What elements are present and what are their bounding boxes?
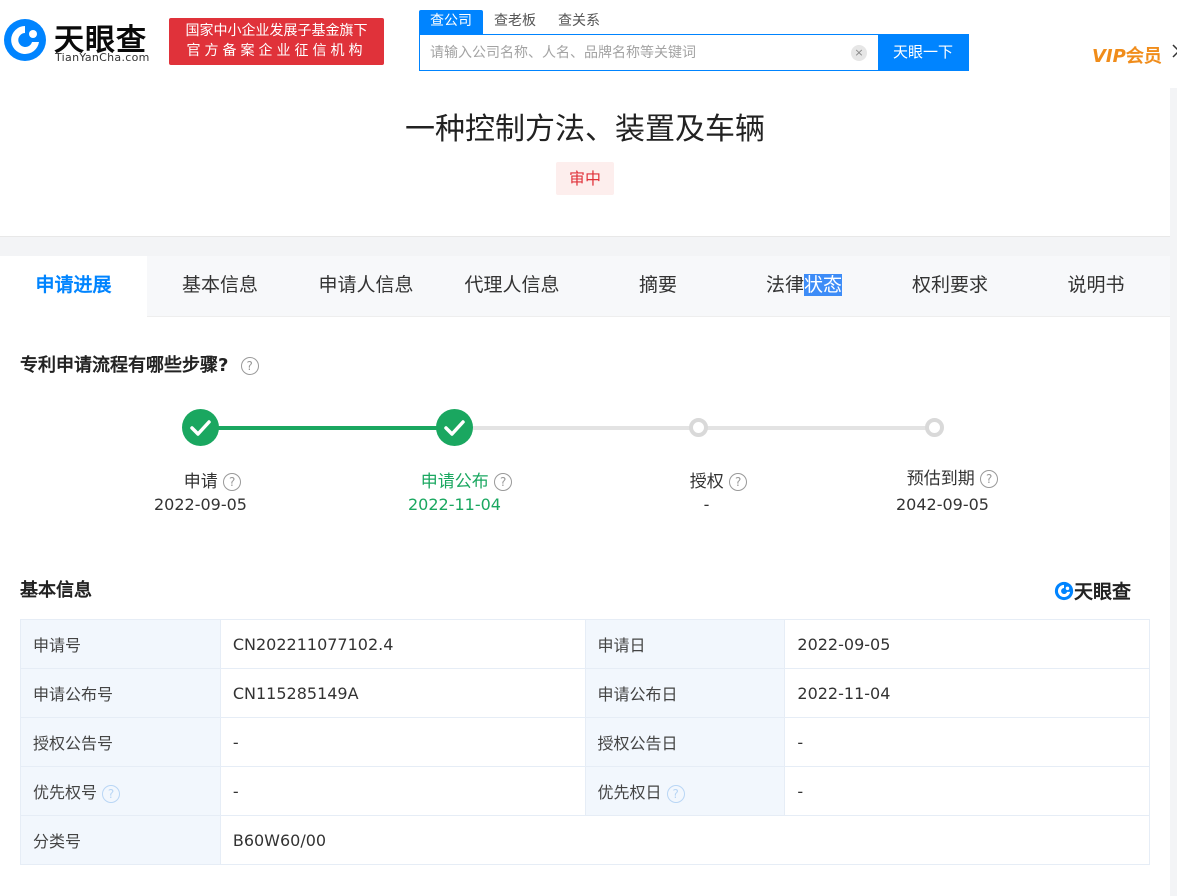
badge-line-2: 官方备案企业征信机构 xyxy=(186,43,367,59)
priority-number: - xyxy=(219,766,586,816)
site-logo[interactable]: 天眼查 TianYanCha.com xyxy=(2,13,162,69)
step-label-apply: 申请 ? xyxy=(130,467,295,492)
detail-tabs: 申请进展 基本信息 申请人信息 代理人信息 摘要 法律状态 权利要求 说明书 xyxy=(0,256,1170,317)
basic-info-heading: 基本信息 xyxy=(20,580,92,601)
progress-heading-text: 专利申请流程有哪些步骤? xyxy=(20,355,229,376)
patent-detail-panel: 申请进展 基本信息 申请人信息 代理人信息 摘要 法律状态 权利要求 说明书 专… xyxy=(0,256,1170,896)
chevron-right-icon xyxy=(1172,44,1177,58)
timeline-segment-done xyxy=(201,426,455,430)
search-tab-company[interactable]: 查公司 xyxy=(419,10,483,34)
search-tab-relation[interactable]: 查关系 xyxy=(547,10,611,34)
publication-number: CN115285149A xyxy=(219,668,586,718)
step-label-text: 申请 xyxy=(183,472,218,492)
official-badge: 国家中小企业发展子基金旗下 官方备案企业征信机构 xyxy=(169,18,384,65)
priority-date: - xyxy=(784,766,1150,816)
search-tab-boss[interactable]: 查老板 xyxy=(483,10,547,34)
tab-agent-info[interactable]: 代理人信息 xyxy=(439,256,585,317)
pending-step-dot xyxy=(689,418,708,437)
field-label: 优先权日 xyxy=(597,783,662,802)
field-label: 申请日 xyxy=(584,619,786,669)
tab-legal-status[interactable]: 法律状态 xyxy=(731,256,877,317)
help-icon[interactable]: ? xyxy=(494,473,513,491)
classification-number: B60W60/00 xyxy=(219,815,1151,865)
step-date-grant: - xyxy=(703,495,710,514)
watermark-text: 天眼查 xyxy=(1074,581,1132,603)
grant-number: - xyxy=(219,717,586,767)
field-label: 申请公布号 xyxy=(20,668,221,718)
check-icon xyxy=(182,409,219,446)
field-label: 授权公告号 xyxy=(20,717,221,767)
table-row: 申请号 CN202211077102.4 申请日 2022-09-05 xyxy=(20,619,1150,669)
search-bar: × 天眼一下 xyxy=(419,34,969,71)
tab-basic-info[interactable]: 基本信息 xyxy=(147,256,293,317)
help-icon[interactable]: ? xyxy=(240,357,259,375)
field-label-with-help: 优先权号 ? xyxy=(20,766,221,816)
help-icon[interactable]: ? xyxy=(223,473,242,491)
table-row: 优先权号 ? - 优先权日 ? - xyxy=(20,766,1150,816)
selected-text-highlight: 状态 xyxy=(804,274,843,296)
help-icon[interactable]: ? xyxy=(666,784,685,803)
patent-title-card: 一种控制方法、装置及车辆 审中 xyxy=(0,88,1170,237)
tab-applicant-info[interactable]: 申请人信息 xyxy=(293,256,439,317)
badge-line-1: 国家中小企业发展子基金旗下 xyxy=(185,23,368,39)
step-label-text: 预估到期 xyxy=(906,469,975,489)
step-label-expiry: 预估到期 ? xyxy=(870,464,1035,489)
field-label-with-help: 优先权日 ? xyxy=(584,766,786,816)
search-input[interactable] xyxy=(420,35,851,70)
field-label: 申请公布日 xyxy=(584,668,786,718)
patent-progress-timeline: 申请 ? 2022-09-05 申请公布 ? 2022-11-04 授权 ? -… xyxy=(0,406,1170,526)
table-row: 分类号 B60W60/00 xyxy=(20,815,1151,865)
search-type-tabs: 查公司 查老板 查关系 xyxy=(419,10,611,34)
tab-progress[interactable]: 申请进展 xyxy=(0,256,147,317)
step-label-text: 申请公布 xyxy=(420,472,489,492)
tab-specification[interactable]: 说明书 xyxy=(1023,256,1169,317)
tab-claims[interactable]: 权利要求 xyxy=(877,256,1023,317)
field-label: 分类号 xyxy=(20,815,221,865)
step-date-apply: 2022-09-05 xyxy=(154,495,247,514)
pending-step-dot xyxy=(925,418,944,437)
tab-abstract[interactable]: 摘要 xyxy=(585,256,731,317)
grant-date: - xyxy=(784,717,1150,767)
field-label: 优先权号 xyxy=(33,783,98,802)
tianyancha-watermark: 天眼查 xyxy=(1054,577,1131,604)
logo-subtext: TianYanCha.com xyxy=(55,51,150,64)
step-label-grant: 授权 ? xyxy=(636,467,801,492)
table-row: 授权公告号 - 授权公告日 - xyxy=(20,717,1150,767)
help-icon[interactable]: ? xyxy=(729,473,748,491)
step-label-publish: 申请公布 ? xyxy=(384,467,549,492)
step-label-text: 授权 xyxy=(689,472,724,492)
progress-heading: 专利申请流程有哪些步骤? ? xyxy=(20,351,259,377)
help-icon[interactable]: ? xyxy=(980,470,999,488)
basic-info-table: 申请号 CN202211077102.4 申请日 2022-09-05 申请公布… xyxy=(20,619,1151,865)
field-label: 申请号 xyxy=(20,619,221,669)
field-label: 授权公告日 xyxy=(584,717,786,767)
vip-label: 会员 xyxy=(1125,46,1162,67)
application-date: 2022-09-05 xyxy=(784,619,1150,669)
vip-member-link[interactable]: VIP会员 xyxy=(1092,42,1162,68)
status-badge: 审中 xyxy=(556,162,614,195)
help-icon[interactable]: ? xyxy=(102,784,121,803)
check-icon xyxy=(436,409,473,446)
patent-title: 一种控制方法、装置及车辆 xyxy=(405,112,765,147)
application-number: CN202211077102.4 xyxy=(219,619,586,669)
tab-legal-status-label: 法律 xyxy=(765,274,804,296)
tianyancha-logo-icon xyxy=(4,19,46,61)
vip-prefix: VIP xyxy=(1092,46,1126,67)
step-date-expiry: 2042-09-05 xyxy=(896,495,989,514)
tianyancha-logo-icon xyxy=(1054,581,1074,601)
step-date-publish: 2022-11-04 xyxy=(408,495,501,514)
publication-date: 2022-11-04 xyxy=(784,668,1150,718)
search-button[interactable]: 天眼一下 xyxy=(878,35,968,70)
clear-icon[interactable]: × xyxy=(851,45,867,61)
table-row: 申请公布号 CN115285149A 申请公布日 2022-11-04 xyxy=(20,668,1150,718)
top-header: 天眼查 TianYanCha.com 国家中小企业发展子基金旗下 官方备案企业征… xyxy=(0,0,1177,88)
